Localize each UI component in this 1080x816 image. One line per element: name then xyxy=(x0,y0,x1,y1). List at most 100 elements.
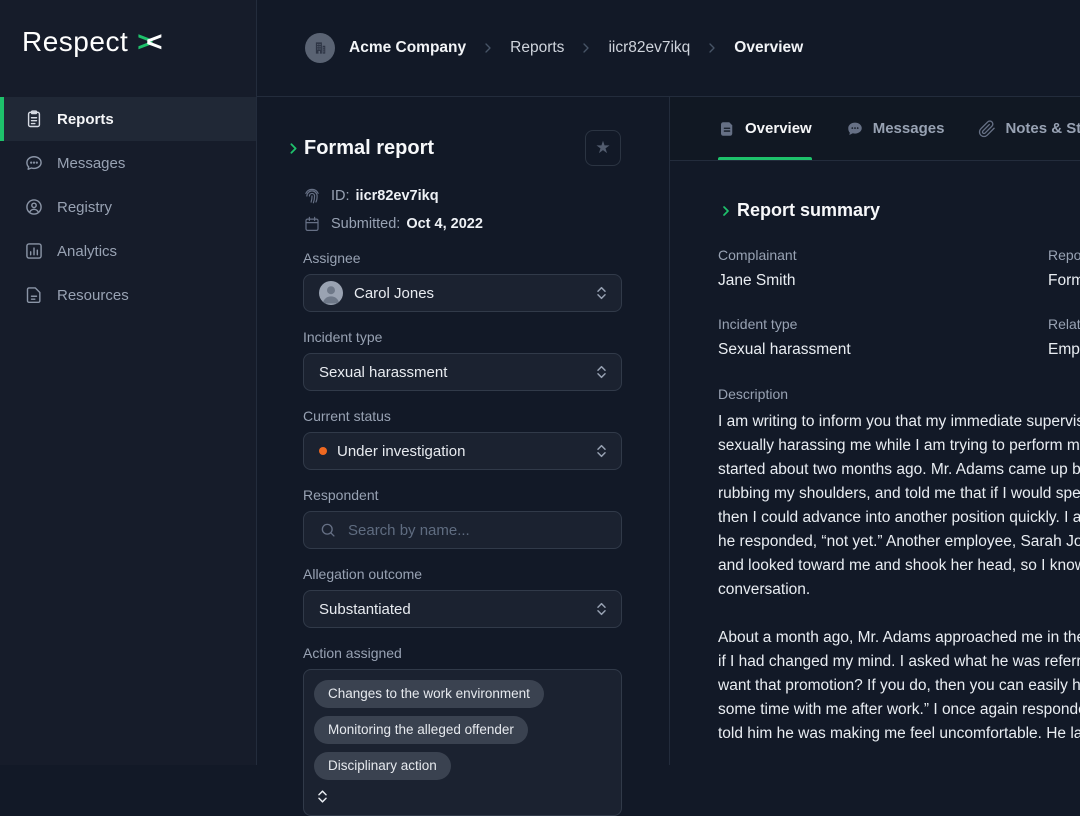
allegation-outcome-value: Substantiated xyxy=(319,601,411,618)
breadcrumb-company[interactable]: Acme Company xyxy=(349,39,466,57)
select-updown-icon xyxy=(593,443,610,460)
sidebar-item-registry[interactable]: Registry xyxy=(0,185,256,229)
sidebar-nav: Reports Messages Registry Analytics Reso… xyxy=(0,97,256,317)
assignee-label: Assignee xyxy=(303,250,622,266)
star-icon: ★ xyxy=(595,138,610,157)
complainant-value: Jane Smith xyxy=(718,272,1048,290)
incident-type-label: Incident type xyxy=(718,316,1048,332)
select-updown-icon xyxy=(593,285,610,302)
incident-type-value: Sexual harassment xyxy=(319,364,447,381)
breadcrumb: Acme Company Reports iicr82ev7ikq Overvi… xyxy=(305,33,803,63)
chevron-right-icon xyxy=(480,40,496,56)
incident-type-label: Incident type xyxy=(303,329,622,345)
document-icon xyxy=(718,120,736,138)
assignee-avatar xyxy=(319,281,343,305)
allegation-outcome-label: Allegation outcome xyxy=(303,566,622,582)
current-status-label: Current status xyxy=(303,408,622,424)
respondent-search[interactable] xyxy=(303,511,622,549)
analytics-icon xyxy=(24,241,44,261)
report-type-label: Report type xyxy=(1048,247,1080,263)
reports-icon xyxy=(24,109,44,129)
description-paragraph: I am writing to inform you that my immed… xyxy=(718,410,1080,602)
report-title: Formal report xyxy=(304,137,434,160)
messages-icon xyxy=(24,153,44,173)
tab-label: Messages xyxy=(873,120,945,137)
select-updown-icon xyxy=(593,601,610,618)
description-line: he responded, “not yet.” Another employe… xyxy=(718,530,1080,554)
registry-icon xyxy=(24,197,44,217)
paperclip-icon xyxy=(978,120,996,138)
tab-label: Notes & Statements xyxy=(1005,120,1080,137)
resources-icon xyxy=(24,285,44,305)
sidebar-item-label: Analytics xyxy=(57,243,117,260)
incident-type-select[interactable]: Sexual harassment xyxy=(303,353,622,391)
chevron-right-icon xyxy=(704,40,720,56)
incident-type-value: Sexual harassment xyxy=(718,341,1048,359)
tab-notes-statements[interactable]: Notes & Statements xyxy=(978,97,1080,160)
description-line: About a month ago, Mr. Adams approached … xyxy=(718,626,1080,650)
complainant-label: Complainant xyxy=(718,247,1048,263)
description-label: Description xyxy=(718,386,1080,402)
relationship-label: Relationship xyxy=(1048,316,1080,332)
assignee-select[interactable]: Carol Jones xyxy=(303,274,622,312)
breadcrumb-report-id[interactable]: iicr82ev7ikq xyxy=(608,39,690,57)
report-type-value: Formal xyxy=(1048,272,1080,290)
sidebar-item-label: Resources xyxy=(57,287,129,304)
description-line: I am writing to inform you that my immed… xyxy=(718,410,1080,434)
respondent-label: Respondent xyxy=(303,487,622,503)
description-line: started about two months ago. Mr. Adams … xyxy=(718,458,1080,482)
action-assigned-multiselect[interactable]: Changes to the work environment Monitori… xyxy=(303,669,622,816)
description-line: told him he was making me feel uncomfort… xyxy=(718,722,1080,746)
company-building-icon xyxy=(305,33,335,63)
breadcrumb-reports[interactable]: Reports xyxy=(510,39,564,57)
tab-overview[interactable]: Overview xyxy=(718,97,812,160)
sidebar-item-reports[interactable]: Reports xyxy=(0,97,256,141)
submitted-value: Oct 4, 2022 xyxy=(406,216,483,232)
logo-text: Respect xyxy=(22,26,128,58)
tab-bar: Overview Messages Notes & Statements xyxy=(670,97,1080,161)
collapse-chevron-icon[interactable] xyxy=(285,140,302,157)
collapse-chevron-icon[interactable] xyxy=(718,203,734,219)
favorite-star-button[interactable]: ★ xyxy=(585,130,621,166)
sidebar-item-label: Messages xyxy=(57,155,125,172)
allegation-outcome-select[interactable]: Substantiated xyxy=(303,590,622,628)
sidebar-item-label: Registry xyxy=(57,199,112,216)
chat-bubble-icon xyxy=(846,120,864,138)
search-icon xyxy=(319,521,337,539)
description-line: want that promotion? If you do, then you… xyxy=(718,674,1080,698)
logo-x-icon: >< xyxy=(137,26,163,58)
assignee-value: Carol Jones xyxy=(354,285,434,302)
action-chip[interactable]: Monitoring the alleged offender xyxy=(314,716,528,744)
submitted-label: Submitted: xyxy=(331,216,400,232)
respondent-search-input[interactable] xyxy=(348,522,583,539)
description-line: sexually harassing me while I am trying … xyxy=(718,434,1080,458)
overview-panel: Overview Messages Notes & Statements Rep… xyxy=(670,97,1080,765)
breadcrumb-overview[interactable]: Overview xyxy=(734,39,803,57)
description-line: some time with me after work.” I once ag… xyxy=(718,698,1080,722)
description-line: if I had changed my mind. I asked what h… xyxy=(718,650,1080,674)
sidebar-item-messages[interactable]: Messages xyxy=(0,141,256,185)
tab-messages[interactable]: Messages xyxy=(846,97,945,160)
report-summary-title: Report summary xyxy=(737,200,880,221)
report-id-value: iicr82ev7ikq xyxy=(356,188,439,204)
action-chip[interactable]: Changes to the work environment xyxy=(314,680,544,708)
app-logo[interactable]: Respect >< xyxy=(22,26,163,58)
relationship-value: Employee xyxy=(1048,341,1080,359)
description-line: and looked toward me and shook her head,… xyxy=(718,554,1080,578)
report-detail-panel: Formal report ★ ID: iicr82ev7ikq Submitt… xyxy=(257,97,670,765)
status-dot-icon xyxy=(319,447,327,455)
top-header: Acme Company Reports iicr82ev7ikq Overvi… xyxy=(257,0,1080,97)
current-status-select[interactable]: Under investigation xyxy=(303,432,622,470)
description-paragraph: About a month ago, Mr. Adams approached … xyxy=(718,626,1080,746)
sidebar-item-label: Reports xyxy=(57,111,114,128)
select-updown-icon xyxy=(593,364,610,381)
description-line: conversation. xyxy=(718,578,1080,602)
fingerprint-icon xyxy=(303,187,321,205)
sidebar-item-resources[interactable]: Resources xyxy=(0,273,256,317)
action-chip[interactable]: Disciplinary action xyxy=(314,752,451,780)
report-id-label: ID: xyxy=(331,188,350,204)
sidebar-item-analytics[interactable]: Analytics xyxy=(0,229,256,273)
select-updown-icon xyxy=(314,788,331,805)
chevron-right-icon xyxy=(578,40,594,56)
tab-label: Overview xyxy=(745,120,812,137)
